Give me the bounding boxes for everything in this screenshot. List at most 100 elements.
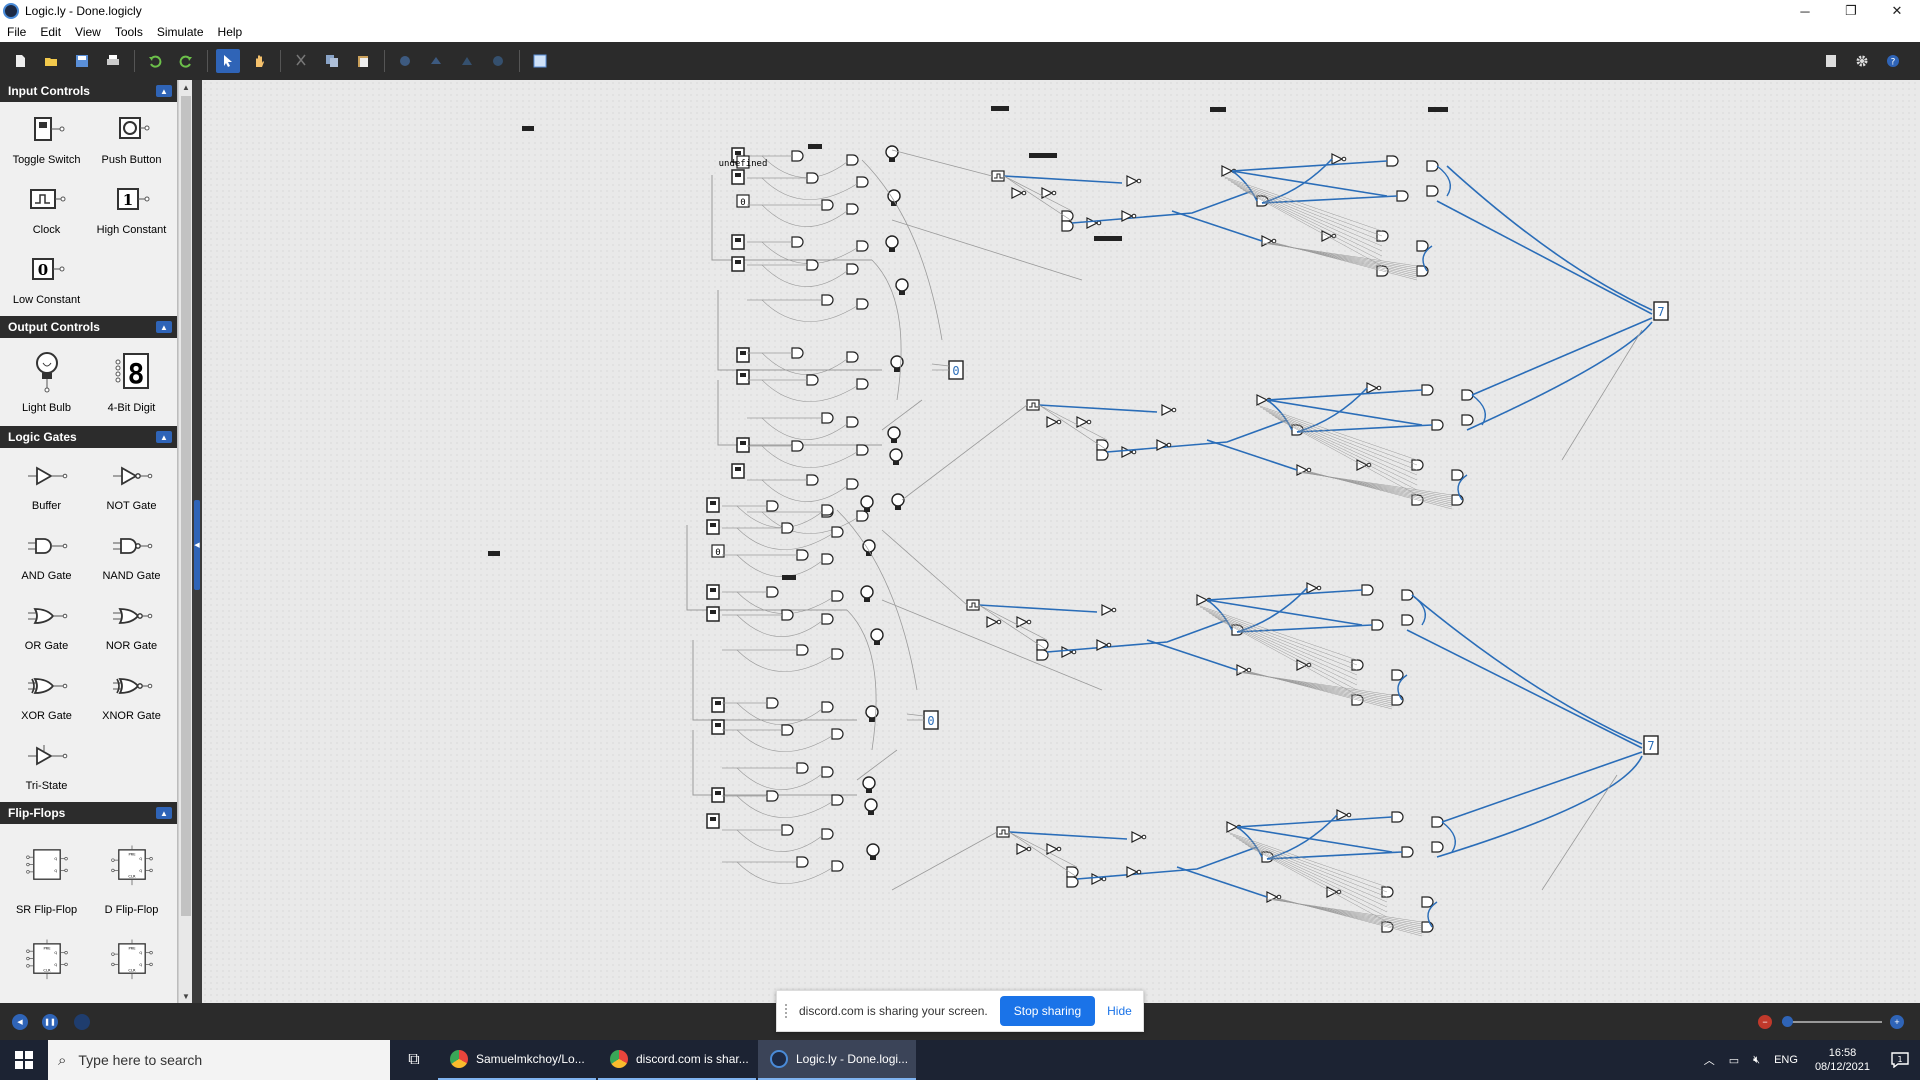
- tool-tri-state[interactable]: Tri-State: [4, 732, 89, 802]
- tool-not-gate[interactable]: NOT Gate: [89, 452, 174, 522]
- rotate-icon[interactable]: [455, 49, 479, 73]
- windows-start-icon[interactable]: [0, 1040, 48, 1080]
- light-bulb: [891, 493, 905, 510]
- tool-light-bulb[interactable]: Light Bulb: [4, 342, 89, 426]
- tool-push-button[interactable]: Push Button: [89, 106, 174, 176]
- collapse-icon[interactable]: ▲: [156, 431, 172, 443]
- section-logic-gates[interactable]: Logic Gates ▲: [0, 426, 177, 448]
- menu-edit[interactable]: Edit: [33, 25, 68, 39]
- tool-clock[interactable]: Clock: [4, 176, 89, 246]
- taskbar-app-logicly[interactable]: Logic.ly - Done.logi...: [758, 1040, 916, 1080]
- collapse-icon[interactable]: ▲: [156, 807, 172, 819]
- tool-sr-flip-flop[interactable]: Q Q SR Flip-Flop: [4, 828, 89, 922]
- notification-center-icon[interactable]: 1: [1880, 1040, 1920, 1080]
- tool-xnor-gate[interactable]: XNOR Gate: [89, 662, 174, 732]
- tool-d-flip-flop[interactable]: PRE CLR Q Q D Flip-Flop: [89, 828, 174, 922]
- tool-nand-gate[interactable]: NAND Gate: [89, 522, 174, 592]
- task-view-icon[interactable]: ⧉: [390, 1040, 438, 1080]
- tool-and-gate[interactable]: AND Gate: [4, 522, 89, 592]
- screen-share-banner: discord.com is sharing your screen. Stop…: [776, 990, 1144, 1032]
- and-gate: [1401, 589, 1414, 601]
- copy-icon[interactable]: [320, 49, 344, 73]
- show-hidden-icons-icon[interactable]: ︿: [1704, 1052, 1715, 1068]
- redo-icon[interactable]: [174, 49, 198, 73]
- tool-toggle-switch[interactable]: Toggle Switch: [4, 106, 89, 176]
- menu-tools[interactable]: Tools: [108, 25, 150, 39]
- taskbar-app-discord[interactable]: discord.com is shar...: [598, 1040, 756, 1080]
- group-icon[interactable]: [393, 49, 417, 73]
- zoom-out-icon[interactable]: −: [1758, 1015, 1772, 1029]
- zoom-in-icon[interactable]: +: [1890, 1015, 1904, 1029]
- and-gate: [821, 828, 834, 840]
- menu-simulate[interactable]: Simulate: [150, 25, 211, 39]
- taskbar-clock[interactable]: 16:58 08/12/2021: [1815, 1046, 1870, 1074]
- palette-splitter[interactable]: ◀: [192, 80, 202, 1003]
- tool-4-bit-digit[interactable]: 8 4-Bit Digit: [89, 342, 174, 426]
- menu-file[interactable]: File: [0, 25, 33, 39]
- undo-icon[interactable]: [143, 49, 167, 73]
- pause-icon[interactable]: ❚❚: [42, 1014, 58, 1030]
- integrated-circuit-icon[interactable]: [528, 49, 552, 73]
- open-folder-icon[interactable]: [39, 49, 63, 73]
- paste-icon[interactable]: [351, 49, 375, 73]
- tool-or-gate[interactable]: OR Gate: [4, 592, 89, 662]
- tool-high-constant[interactable]: 1 High Constant: [89, 176, 174, 246]
- taskbar-search-box[interactable]: ⌕ Type here to search: [48, 1040, 390, 1080]
- taskbar-app-github[interactable]: Samuelmkchoy/Lo...: [438, 1040, 596, 1080]
- tool-low-constant[interactable]: 0 Low Constant: [4, 246, 89, 316]
- select-pointer-icon[interactable]: [216, 49, 240, 73]
- tool-nor-gate[interactable]: NOR Gate: [89, 592, 174, 662]
- collapse-icon[interactable]: ▲: [156, 85, 172, 97]
- not-gate: [1061, 646, 1077, 658]
- network-icon[interactable]: ▭: [1729, 1054, 1739, 1067]
- collapse-palette-icon[interactable]: ◀: [194, 500, 200, 590]
- minimize-button[interactable]: ─: [1782, 0, 1828, 22]
- export-icon[interactable]: [1819, 49, 1843, 73]
- label-tag: [1094, 236, 1122, 241]
- print-icon[interactable]: [101, 49, 125, 73]
- cut-icon[interactable]: [289, 49, 313, 73]
- and-gate: [821, 766, 834, 778]
- ungroup-icon[interactable]: [424, 49, 448, 73]
- step-back-icon[interactable]: ◀: [12, 1014, 28, 1030]
- scroll-up-arrow-icon[interactable]: ▲: [179, 80, 193, 94]
- palette-scrollbar[interactable]: ▲ ▼: [178, 80, 192, 1003]
- tool-buffer-gate[interactable]: Buffer: [4, 452, 89, 522]
- zoom-slider[interactable]: − +: [1754, 1013, 1904, 1031]
- menu-help[interactable]: Help: [211, 25, 250, 39]
- settings-gear-icon[interactable]: [1850, 49, 1874, 73]
- step-forward-icon[interactable]: [74, 1014, 90, 1030]
- maximize-button[interactable]: ❐: [1828, 0, 1874, 22]
- help-icon[interactable]: ?: [1881, 49, 1905, 73]
- clock-input: [991, 170, 1005, 182]
- section-input-controls[interactable]: Input Controls ▲: [0, 80, 177, 102]
- flip-icon[interactable]: [486, 49, 510, 73]
- toggle-switch: [736, 437, 750, 453]
- drag-handle-icon[interactable]: [785, 1004, 791, 1018]
- tool-jk-flip-flop[interactable]: PRE CLR Q Q: [4, 922, 89, 1003]
- pan-hand-icon[interactable]: [247, 49, 271, 73]
- new-file-icon[interactable]: [8, 49, 32, 73]
- stop-sharing-button[interactable]: Stop sharing: [999, 996, 1096, 1026]
- circuit-diagram[interactable]: 0 0 0 0 undefined 7 7: [202, 80, 1920, 1003]
- tool-t-flip-flop[interactable]: PRE CLR Q Q: [89, 922, 174, 1003]
- language-indicator[interactable]: ENG: [1774, 1054, 1798, 1066]
- section-flip-flops[interactable]: Flip-Flops ▲: [0, 802, 177, 824]
- volume-muted-icon[interactable]: 🔇︎: [1753, 1054, 1760, 1067]
- not-gate: [1046, 416, 1062, 428]
- scroll-thumb[interactable]: [181, 96, 191, 916]
- light-bulb: [887, 189, 901, 206]
- zoom-knob[interactable]: [1782, 1016, 1793, 1027]
- hide-banner-link[interactable]: Hide: [1107, 1004, 1132, 1018]
- circuit-canvas[interactable]: 0 0 0 0 undefined 7 7: [202, 80, 1920, 1003]
- and-gate: [831, 794, 844, 806]
- menu-view[interactable]: View: [68, 25, 108, 39]
- section-output-controls[interactable]: Output Controls ▲: [0, 316, 177, 338]
- save-icon[interactable]: [70, 49, 94, 73]
- close-button[interactable]: ✕: [1874, 0, 1920, 22]
- collapse-icon[interactable]: ▲: [156, 321, 172, 333]
- scroll-down-arrow-icon[interactable]: ▼: [179, 989, 193, 1003]
- tool-label: NOT Gate: [106, 500, 157, 512]
- tool-xor-gate[interactable]: XOR Gate: [4, 662, 89, 732]
- taskbar-app-label: Samuelmkchoy/Lo...: [476, 1052, 585, 1066]
